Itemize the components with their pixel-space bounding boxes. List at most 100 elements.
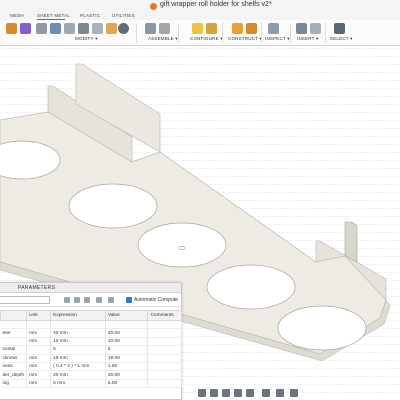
- param-comment[interactable]: [147, 362, 182, 372]
- move-icon[interactable]: [118, 23, 129, 34]
- display-settings-icon[interactable]: [262, 389, 270, 397]
- param-unit: mm: [26, 337, 52, 347]
- param-comment[interactable]: [147, 320, 182, 330]
- param-name: [0, 320, 28, 330]
- param-value: 19.00: [105, 354, 149, 363]
- param-comment[interactable]: [147, 370, 182, 380]
- offset-plane-icon[interactable]: [232, 23, 243, 34]
- roll-hole: [277, 305, 367, 351]
- automatic-compute-checkbox[interactable]: [126, 297, 132, 303]
- joint-icon[interactable]: [159, 23, 170, 34]
- table-row[interactable]: mm 10 mm 10.00: [0, 337, 182, 347]
- param-comment[interactable]: [147, 354, 182, 363]
- toolbar-divider: [222, 23, 223, 43]
- param-expression[interactable]: 10 mm: [50, 337, 106, 347]
- param-comment[interactable]: [147, 337, 182, 347]
- configuration-table-icon[interactable]: [206, 23, 217, 34]
- table-row[interactable]: ing mm 5 mm 5.00: [0, 379, 182, 389]
- duplicate-icon[interactable]: [96, 297, 102, 303]
- toolbar-divider: [325, 23, 326, 43]
- document-icon: [150, 3, 157, 10]
- configure-icon[interactable]: [192, 23, 203, 34]
- parameters-header[interactable]: PARAMETERS: [0, 283, 181, 293]
- toolbar-divider: [261, 23, 262, 43]
- roll-hole: [206, 264, 296, 310]
- measure-icon[interactable]: [268, 23, 279, 34]
- param-comment[interactable]: [147, 379, 182, 389]
- fit-icon[interactable]: [246, 389, 254, 397]
- parameter-search-input[interactable]: [0, 296, 50, 304]
- table-row[interactable]: eter mm 40 mm 40.00: [0, 328, 182, 338]
- tab-plastic[interactable]: PLASTIC: [80, 13, 100, 18]
- param-expression[interactable]: 5: [50, 345, 106, 355]
- new-component-icon[interactable]: [145, 23, 156, 34]
- scale-icon[interactable]: [106, 23, 117, 34]
- zoom-icon[interactable]: [234, 389, 242, 397]
- construct-menu[interactable]: CONSTRUCT ▾: [228, 36, 262, 42]
- delete-parameter-icon[interactable]: [84, 297, 90, 303]
- inspect-menu[interactable]: INSPECT ▾: [265, 36, 290, 42]
- param-name: [0, 337, 28, 347]
- column-header-unit[interactable]: Unit: [26, 310, 52, 321]
- param-value: 1.60: [105, 362, 149, 372]
- fillet-icon[interactable]: [50, 23, 61, 34]
- orbit-icon[interactable]: [198, 389, 206, 397]
- title-bar: gift wrapper roll holder for shelfs v2*: [0, 0, 400, 12]
- table-row[interactable]: [0, 320, 182, 330]
- param-expression[interactable]: 5 mm: [50, 379, 106, 389]
- param-expression[interactable]: 19 mm: [50, 354, 106, 363]
- combine-icon[interactable]: [78, 23, 89, 34]
- axis-icon[interactable]: [246, 23, 257, 34]
- assemble-menu[interactable]: ASSEMBLE ▾: [148, 36, 178, 42]
- viewports-icon[interactable]: [290, 389, 298, 397]
- table-row[interactable]: der_depth mm 20 mm 20.00: [0, 370, 182, 380]
- column-header-expression[interactable]: Expression: [50, 310, 106, 321]
- parameters-toolbar: Automatic Compute: [0, 293, 181, 307]
- export-icon[interactable]: [108, 297, 114, 303]
- param-unit: mm: [26, 370, 52, 380]
- look-at-icon[interactable]: [210, 389, 218, 397]
- param-expression[interactable]: ( 0.4 * 4 ) * 1 mm: [50, 362, 106, 372]
- toolbar-divider: [290, 23, 291, 43]
- param-expression[interactable]: 40 mm: [50, 328, 106, 338]
- param-expression[interactable]: [50, 320, 106, 330]
- grid-settings-icon[interactable]: [276, 389, 284, 397]
- param-comment[interactable]: [147, 328, 182, 338]
- param-name: ness: [0, 362, 28, 372]
- param-value: 20.00: [105, 370, 149, 380]
- add-parameter-icon[interactable]: [74, 297, 80, 303]
- param-name: der_depth: [0, 370, 28, 380]
- configure-menu[interactable]: CONFIGURE ▾: [190, 36, 223, 42]
- param-name: ckness: [0, 354, 28, 363]
- table-row[interactable]: ness mm ( 0.4 * 4 ) * 1 mm 1.60: [0, 362, 182, 372]
- press-pull-icon[interactable]: [36, 23, 47, 34]
- parameters-dialog[interactable]: PARAMETERS Automatic Compute Unit Expres…: [0, 282, 182, 400]
- tab-utilities[interactable]: UTILITIES: [112, 13, 135, 18]
- tab-sheet-metal[interactable]: SHEET METAL: [37, 13, 70, 18]
- parameters-table: Unit Expression Value Comments eter mm 4…: [0, 310, 182, 389]
- param-expression[interactable]: 20 mm: [50, 370, 106, 380]
- param-unit: [26, 345, 52, 355]
- table-row[interactable]: ckness mm 19 mm 19.00: [0, 354, 182, 363]
- table-row[interactable]: zontal 5 5: [0, 345, 182, 355]
- pan-icon[interactable]: [222, 389, 230, 397]
- tab-mesh[interactable]: MESH: [10, 13, 24, 18]
- column-header-comments[interactable]: Comments: [147, 310, 182, 321]
- insert-image-icon[interactable]: [310, 23, 321, 34]
- insert-derive-icon[interactable]: [296, 23, 307, 34]
- table-header-row: Unit Expression Value Comments: [0, 310, 182, 321]
- create-sketch-icon[interactable]: [6, 23, 17, 34]
- column-header-value[interactable]: Value: [104, 310, 149, 321]
- shell-icon[interactable]: [64, 23, 75, 34]
- insert-menu[interactable]: INSERT ▾: [297, 36, 318, 42]
- select-menu[interactable]: SELECT ▾: [330, 36, 353, 42]
- form-icon[interactable]: [20, 23, 31, 34]
- modify-menu[interactable]: MODIFY ▾: [75, 36, 98, 42]
- roll-hole: [68, 183, 158, 229]
- filter-icon[interactable]: [64, 297, 70, 303]
- select-cursor-icon[interactable]: [334, 23, 345, 34]
- column-header-name[interactable]: [0, 310, 28, 321]
- param-comment[interactable]: [147, 345, 182, 355]
- split-body-icon[interactable]: [92, 23, 103, 34]
- toolbar: MODIFY ▾ ASSEMBLE ▾ CONFIGURE ▾ CONSTRUC…: [0, 20, 400, 46]
